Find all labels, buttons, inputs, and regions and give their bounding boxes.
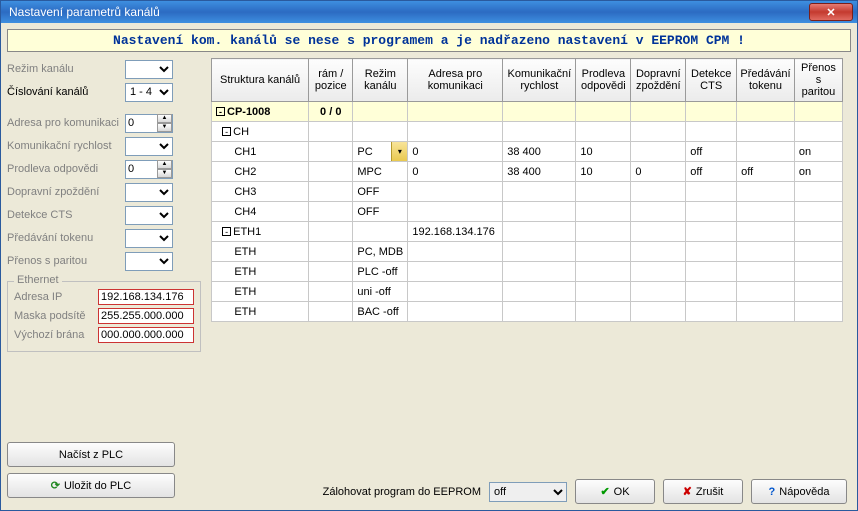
col-zpozdeni[interactable]: Dopravní zpoždění xyxy=(631,59,686,102)
col-adresa[interactable]: Adresa pro komunikaci xyxy=(408,59,503,102)
table-row[interactable]: ETHPLC -off xyxy=(212,262,843,282)
spin-down-icon[interactable]: ▼ xyxy=(157,123,172,132)
input-adresa[interactable] xyxy=(126,116,156,130)
table-row[interactable]: CH2MPC038 400100offoffon xyxy=(212,162,843,182)
nacist-label: Načíst z PLC xyxy=(59,449,123,461)
spin-up-icon[interactable]: ▲ xyxy=(157,160,172,169)
select-zpozdeni[interactable] xyxy=(125,183,173,202)
cancel-button[interactable]: ✘ Zrušit xyxy=(663,479,743,504)
spin-adresa[interactable]: ▲▼ xyxy=(125,114,173,133)
close-icon: ✕ xyxy=(826,6,835,19)
table-row[interactable]: CH1PC▾038 40010offon xyxy=(212,142,843,162)
label-adresa: Adresa pro komunikaci xyxy=(7,117,125,129)
label-rezim-kanalu: Režim kanálu xyxy=(7,63,125,75)
col-ram[interactable]: rám / pozice xyxy=(309,59,353,102)
table-row[interactable]: CH3OFF xyxy=(212,182,843,202)
input-maska[interactable] xyxy=(98,308,194,324)
spin-prodleva[interactable]: ▲▼ xyxy=(125,160,173,179)
table-row[interactable]: CH4OFF xyxy=(212,202,843,222)
col-rezim[interactable]: Režim kanálu xyxy=(353,59,408,102)
channels-grid[interactable]: Struktura kanálů rám / pozice Režim kaná… xyxy=(211,58,843,322)
label-token: Předávání tokenu xyxy=(7,232,125,244)
chevron-down-icon[interactable]: ▾ xyxy=(391,142,407,161)
ok-button[interactable]: ✔ OK xyxy=(575,479,655,504)
check-icon: ✔ xyxy=(600,485,609,498)
input-adresa-ip[interactable] xyxy=(98,289,194,305)
reload-icon: ⟳ xyxy=(51,479,60,492)
ethernet-group-title: Ethernet xyxy=(14,274,62,286)
table-row[interactable]: -ETH1192.168.134.176 xyxy=(212,222,843,242)
ulozit-do-plc-button[interactable]: ⟳ Uložit do PLC xyxy=(7,473,175,498)
x-icon: ✘ xyxy=(683,485,692,498)
table-row[interactable]: ETHuni -off xyxy=(212,282,843,302)
spin-down-icon[interactable]: ▼ xyxy=(157,169,172,178)
label-zpozdeni: Dopravní zpoždění xyxy=(7,186,125,198)
input-prodleva[interactable] xyxy=(126,162,156,176)
col-cts[interactable]: Detekce CTS xyxy=(686,59,737,102)
select-cts[interactable] xyxy=(125,206,173,225)
col-rychlost[interactable]: Komunikační rychlost xyxy=(503,59,576,102)
help-button[interactable]: ?Nápověda xyxy=(751,479,847,504)
col-prodleva[interactable]: Prodleva odpovědi xyxy=(576,59,631,102)
select-rychlost[interactable] xyxy=(125,137,173,156)
select-cislovani-kanalu[interactable]: 1 - 4 xyxy=(125,83,173,102)
table-row[interactable]: ETHBAC -off xyxy=(212,302,843,322)
nacist-z-plc-button[interactable]: Načíst z PLC xyxy=(7,442,175,467)
label-zalohovat: Zálohovat program do EEPROM xyxy=(323,486,481,498)
help-label: Nápověda xyxy=(779,486,829,498)
label-cts: Detekce CTS xyxy=(7,209,125,221)
ok-label: OK xyxy=(614,486,630,498)
label-prodleva: Prodleva odpovědi xyxy=(7,163,125,175)
right-panel: Struktura kanálů rám / pozice Režim kaná… xyxy=(211,58,851,504)
select-rezim-kanalu[interactable] xyxy=(125,60,173,79)
tree-toggle-icon[interactable]: - xyxy=(222,127,231,136)
label-maska: Maska podsítě xyxy=(14,310,98,322)
label-cislovani-kanalu: Číslování kanálů xyxy=(7,86,125,98)
question-icon: ? xyxy=(769,486,776,498)
col-parita[interactable]: Přenos s paritou xyxy=(794,59,842,102)
label-parita: Přenos s paritou xyxy=(7,255,125,267)
left-panel: Režim kanálu Číslování kanálů 1 - 4 Adre… xyxy=(7,58,201,504)
label-adresa-ip: Adresa IP xyxy=(14,291,98,303)
tree-toggle-icon[interactable]: - xyxy=(216,107,225,116)
select-eeprom[interactable]: off xyxy=(489,482,567,502)
warning-banner: Nastavení kom. kanálů se nese s programe… xyxy=(7,29,851,52)
close-button[interactable]: ✕ xyxy=(809,3,853,21)
cancel-label: Zrušit xyxy=(696,486,724,498)
input-brana[interactable] xyxy=(98,327,194,343)
select-token[interactable] xyxy=(125,229,173,248)
col-token[interactable]: Předávání tokenu xyxy=(737,59,795,102)
label-rychlost: Komunikační rychlost xyxy=(7,140,125,152)
table-row[interactable]: -CH xyxy=(212,122,843,142)
table-row[interactable]: ETHPC, MDB xyxy=(212,242,843,262)
ulozit-label: Uložit do PLC xyxy=(64,480,131,492)
table-row[interactable]: -CP-10080 / 0 xyxy=(212,102,843,122)
ethernet-group: Ethernet Adresa IP Maska podsítě Výchozí… xyxy=(7,281,201,352)
tree-toggle-icon[interactable]: - xyxy=(222,227,231,236)
spin-up-icon[interactable]: ▲ xyxy=(157,114,172,123)
col-struktura[interactable]: Struktura kanálů xyxy=(212,59,309,102)
label-brana: Výchozí brána xyxy=(14,329,98,341)
bottom-bar: Zálohovat program do EEPROM off ✔ OK ✘ Zru… xyxy=(211,473,851,504)
select-parita[interactable] xyxy=(125,252,173,271)
window-title: Nastavení parametrů kanálů xyxy=(9,5,809,19)
titlebar: Nastavení parametrů kanálů ✕ xyxy=(1,1,857,23)
